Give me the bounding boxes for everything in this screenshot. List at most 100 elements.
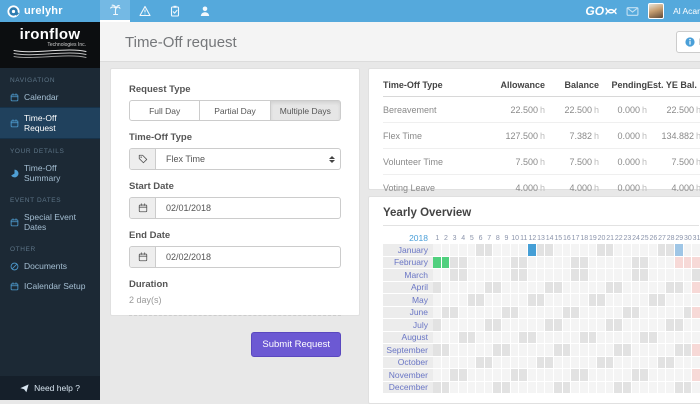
day-cell[interactable] — [614, 294, 623, 307]
day-cell[interactable] — [614, 382, 623, 395]
day-cell[interactable] — [537, 319, 546, 332]
day-cell[interactable] — [597, 282, 606, 295]
day-cell[interactable] — [606, 357, 615, 370]
day-cell[interactable] — [468, 282, 477, 295]
day-cell[interactable] — [692, 269, 700, 282]
sidebar-item-special-event-dates[interactable]: Special Event Dates — [0, 207, 100, 237]
day-cell[interactable] — [468, 357, 477, 370]
day-cell[interactable] — [589, 307, 598, 320]
day-cell[interactable] — [623, 344, 632, 357]
day-cell[interactable] — [571, 257, 580, 270]
day-cell[interactable] — [433, 244, 442, 257]
day-cell[interactable] — [563, 344, 572, 357]
day-cell[interactable] — [485, 382, 494, 395]
day-cell[interactable] — [658, 257, 667, 270]
day-cell[interactable] — [675, 282, 684, 295]
day-cell[interactable] — [459, 344, 468, 357]
day-cell[interactable] — [658, 332, 667, 345]
day-cell[interactable] — [589, 382, 598, 395]
day-cell[interactable] — [675, 269, 684, 282]
day-cell[interactable] — [493, 269, 502, 282]
day-cell[interactable] — [606, 319, 615, 332]
day-cell[interactable] — [606, 369, 615, 382]
day-cell[interactable] — [589, 257, 598, 270]
day-cell[interactable] — [606, 257, 615, 270]
day-cell[interactable] — [597, 332, 606, 345]
day-cell[interactable] — [684, 282, 693, 295]
day-cell[interactable] — [545, 319, 554, 332]
day-cell[interactable] — [640, 332, 649, 345]
day-cell[interactable] — [675, 294, 684, 307]
day-cell[interactable] — [658, 294, 667, 307]
day-cell[interactable] — [684, 357, 693, 370]
day-cell[interactable] — [563, 294, 572, 307]
day-cell[interactable] — [528, 369, 537, 382]
day-cell[interactable] — [597, 307, 606, 320]
day-cell[interactable] — [684, 369, 693, 382]
day-cell[interactable] — [640, 244, 649, 257]
day-cell[interactable] — [675, 369, 684, 382]
day-cell[interactable] — [632, 382, 641, 395]
day-cell[interactable] — [485, 257, 494, 270]
day-cell[interactable] — [580, 344, 589, 357]
day-cell[interactable] — [597, 369, 606, 382]
day-cell[interactable] — [649, 344, 658, 357]
day-cell[interactable] — [476, 282, 485, 295]
day-cell[interactable] — [623, 319, 632, 332]
day-cell[interactable] — [511, 282, 520, 295]
day-cell[interactable] — [528, 294, 537, 307]
day-cell[interactable] — [692, 382, 700, 395]
day-cell[interactable] — [433, 307, 442, 320]
day-cell[interactable] — [442, 382, 451, 395]
day-cell[interactable] — [459, 294, 468, 307]
day-cell[interactable] — [450, 344, 459, 357]
day-cell[interactable] — [623, 307, 632, 320]
go-logo[interactable]: GO — [585, 4, 617, 18]
day-cell[interactable] — [554, 382, 563, 395]
day-cell[interactable] — [485, 319, 494, 332]
day-cell[interactable] — [519, 332, 528, 345]
day-cell[interactable] — [649, 244, 658, 257]
day-cell[interactable] — [442, 332, 451, 345]
day-cell[interactable] — [519, 307, 528, 320]
day-cell[interactable] — [442, 344, 451, 357]
day-cell[interactable] — [571, 344, 580, 357]
day-cell[interactable] — [632, 244, 641, 257]
day-cell[interactable] — [502, 344, 511, 357]
day-cell[interactable] — [442, 357, 451, 370]
day-cell[interactable] — [571, 244, 580, 257]
day-cell[interactable] — [442, 244, 451, 257]
top-tab-timeoff[interactable] — [100, 0, 130, 22]
day-cell[interactable] — [666, 319, 675, 332]
day-cell[interactable] — [485, 332, 494, 345]
day-cell[interactable] — [692, 307, 700, 320]
day-cell[interactable] — [545, 269, 554, 282]
day-cell[interactable] — [493, 332, 502, 345]
day-cell[interactable] — [632, 257, 641, 270]
day-cell[interactable] — [450, 257, 459, 270]
request-type-partial-day[interactable]: Partial Day — [200, 100, 270, 121]
day-cell[interactable] — [502, 257, 511, 270]
day-cell[interactable] — [528, 307, 537, 320]
day-cell[interactable] — [502, 294, 511, 307]
day-cell[interactable] — [476, 332, 485, 345]
day-cell[interactable] — [580, 257, 589, 270]
day-cell[interactable] — [476, 294, 485, 307]
day-cell[interactable] — [468, 307, 477, 320]
day-cell[interactable] — [666, 269, 675, 282]
day-cell[interactable] — [666, 257, 675, 270]
day-cell[interactable] — [519, 244, 528, 257]
day-cell[interactable] — [493, 282, 502, 295]
day-cell[interactable] — [554, 269, 563, 282]
day-cell[interactable] — [580, 332, 589, 345]
day-cell[interactable] — [675, 244, 684, 257]
day-cell[interactable] — [493, 357, 502, 370]
day-cell[interactable] — [459, 244, 468, 257]
day-cell[interactable] — [511, 257, 520, 270]
day-cell[interactable] — [433, 344, 442, 357]
day-cell[interactable] — [476, 369, 485, 382]
day-cell[interactable] — [589, 369, 598, 382]
day-cell[interactable] — [511, 269, 520, 282]
day-cell[interactable] — [571, 269, 580, 282]
day-cell[interactable] — [493, 307, 502, 320]
